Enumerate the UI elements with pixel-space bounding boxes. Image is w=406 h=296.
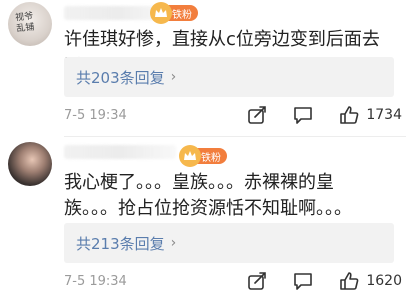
like-icon	[338, 104, 360, 126]
badge-label: 铁粉	[201, 152, 221, 164]
comment-icon[interactable]	[292, 104, 314, 126]
like-count: 1620	[366, 273, 402, 289]
divider	[64, 136, 406, 137]
fan-badge: 铁粉	[150, 2, 198, 24]
username-blurred[interactable]	[64, 145, 176, 159]
comment-item: 铁粉 我心梗了。。。皇族。。。赤裸裸的皇 族。。。抢占位抢资源恬不知耻啊。。。 …	[0, 140, 406, 292]
chevron-right-icon: ›	[170, 235, 177, 251]
comment-text: 我心梗了。。。皇族。。。赤裸裸的皇 族。。。抢占位抢资源恬不知耻啊。。。	[64, 172, 352, 219]
crown-icon	[150, 2, 172, 24]
avatar-scribble: 视爷 乱铺	[14, 11, 35, 35]
share-icon[interactable]	[246, 270, 268, 292]
avatar[interactable]	[8, 142, 52, 186]
action-bar: 1620	[246, 270, 402, 292]
avatar[interactable]: 视爷 乱铺	[8, 2, 52, 46]
crown-icon	[179, 145, 201, 167]
like-count: 1734	[366, 107, 402, 123]
share-icon[interactable]	[246, 104, 268, 126]
comment-item: 视爷 乱铺 铁粉 许佳琪好惨，直接从c位旁边变到后面去了 共203条回复 › 7…	[0, 0, 406, 140]
badge-label: 铁粉	[172, 9, 192, 21]
comment-icon[interactable]	[292, 270, 314, 292]
replies-label: 共203条回复	[76, 68, 165, 87]
view-replies-button[interactable]: 共203条回复 ›	[64, 57, 394, 97]
fan-badge: 铁粉	[179, 145, 227, 167]
like-button[interactable]: 1734	[338, 104, 402, 126]
like-button[interactable]: 1620	[338, 270, 402, 292]
timestamp: 7-5 19:34	[64, 273, 127, 289]
action-bar: 1734	[246, 104, 402, 126]
view-replies-button[interactable]: 共213条回复 ›	[64, 223, 394, 263]
chevron-right-icon: ›	[170, 69, 177, 85]
replies-label: 共213条回复	[76, 234, 165, 253]
timestamp: 7-5 19:34	[64, 107, 127, 123]
like-icon	[338, 270, 360, 292]
